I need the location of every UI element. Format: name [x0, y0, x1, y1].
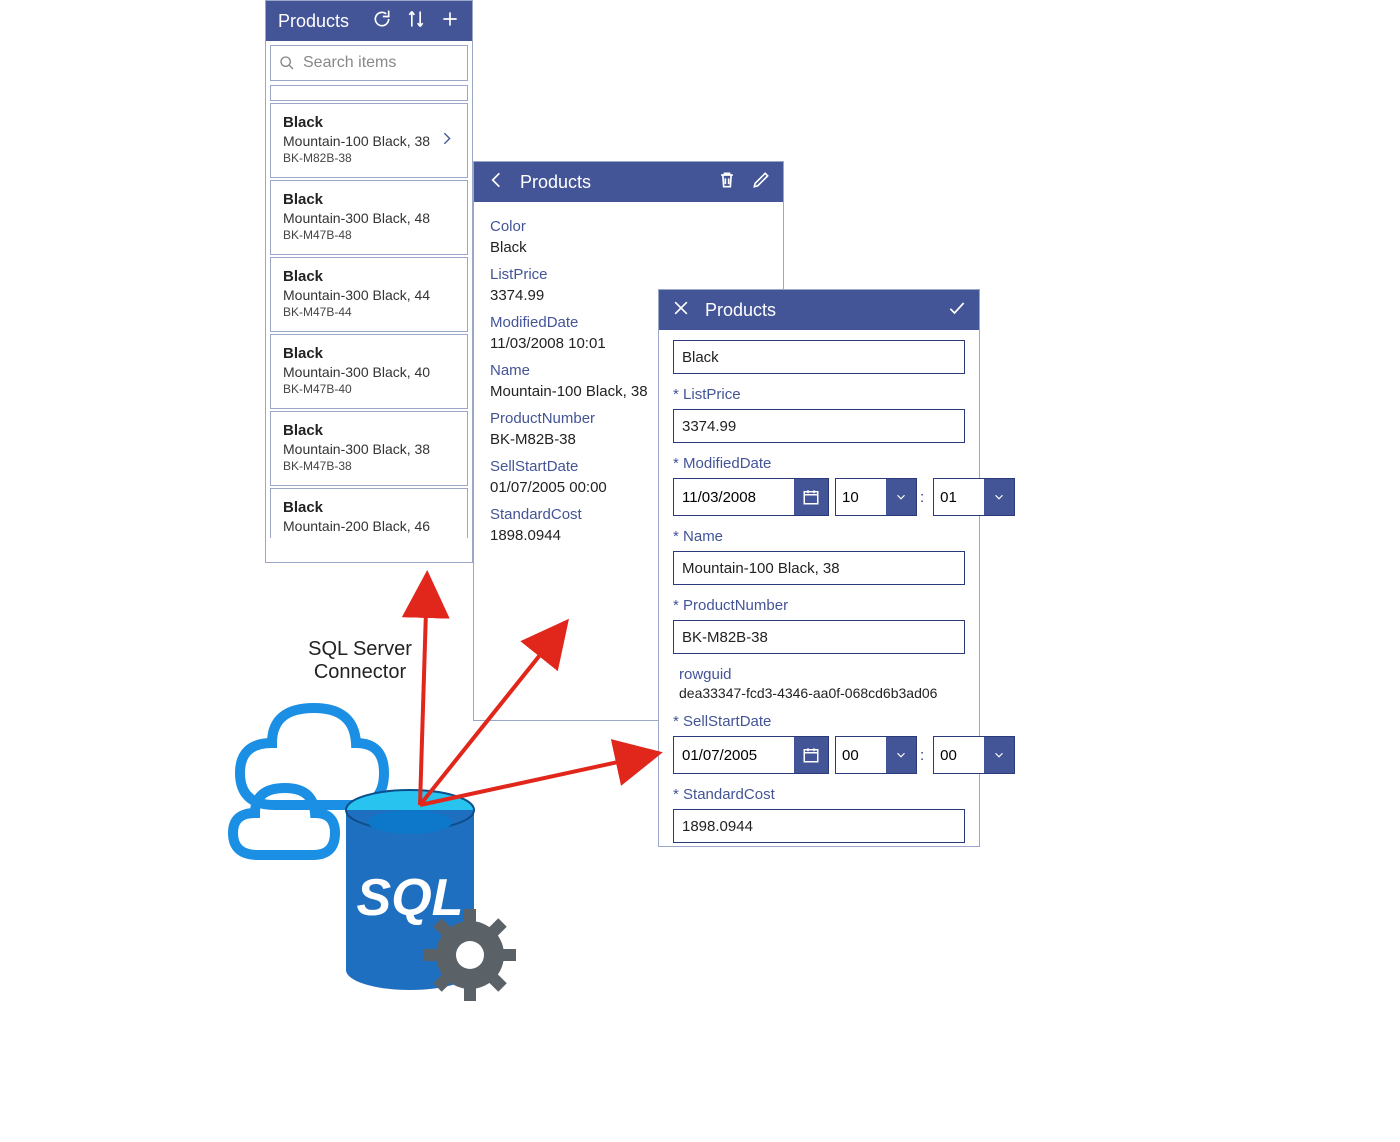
- list-item-color: Black: [283, 114, 455, 131]
- close-icon[interactable]: [671, 298, 691, 323]
- refresh-icon[interactable]: [372, 9, 392, 34]
- rowguid-label: rowguid: [679, 666, 965, 683]
- list-panel: Products Search items Black Mountain-100…: [265, 0, 473, 563]
- list-item-code: BK-M47B-40: [283, 382, 455, 396]
- edit-panel: Products ListPrice ModifiedDate : Name P…: [658, 289, 980, 847]
- edit-title: Products: [705, 300, 947, 321]
- listprice-field[interactable]: [673, 409, 965, 443]
- list-item[interactable]: Black Mountain-300 Black, 38 BK-M47B-38: [270, 411, 468, 486]
- sort-icon[interactable]: [406, 9, 426, 34]
- search-icon: [279, 55, 295, 71]
- label-line2: Connector: [314, 661, 406, 683]
- rowguid-value: dea33347-fcd3-4346-aa0f-068cd6b3ad06: [679, 685, 965, 701]
- calendar-icon[interactable]: [794, 479, 828, 515]
- color-value: Black: [490, 239, 767, 256]
- list-item-name: Mountain-200 Black, 46: [283, 518, 455, 534]
- chevron-down-icon[interactable]: [984, 737, 1014, 773]
- list-item[interactable]: Black Mountain-300 Black, 40 BK-M47B-40: [270, 334, 468, 409]
- confirm-icon[interactable]: [947, 298, 967, 323]
- detail-header: Products: [474, 162, 783, 202]
- modifieddate-label: ModifiedDate: [673, 455, 965, 472]
- listprice-label: ListPrice: [673, 386, 965, 403]
- calendar-icon[interactable]: [794, 737, 828, 773]
- list-item-color: Black: [283, 345, 455, 362]
- list-item-color: Black: [283, 422, 455, 439]
- sellstartdate-min-field[interactable]: [934, 737, 984, 773]
- search-input[interactable]: Search items: [270, 45, 468, 81]
- chevron-right-icon: [439, 127, 455, 154]
- name-field[interactable]: [673, 551, 965, 585]
- standardcost-label: StandardCost: [673, 786, 965, 803]
- list-item-name: Mountain-300 Black, 44: [283, 287, 455, 303]
- list-item[interactable]: Black Mountain-200 Black, 46: [270, 488, 468, 538]
- list-header: Products: [266, 1, 472, 41]
- list-item-color: Black: [283, 499, 455, 516]
- list-item-color: Black: [283, 191, 455, 208]
- sql-text: SQL: [357, 869, 464, 927]
- list-item-name: Mountain-300 Black, 48: [283, 210, 455, 226]
- label-line1: SQL Server: [308, 638, 412, 660]
- name-label: Name: [673, 528, 965, 545]
- sellstartdate-hour-field[interactable]: [836, 737, 886, 773]
- modifieddate-date-field[interactable]: [674, 479, 794, 515]
- modifieddate-min-field[interactable]: [934, 479, 984, 515]
- sellstartdate-date-field[interactable]: [674, 737, 794, 773]
- back-icon[interactable]: [486, 170, 506, 195]
- search-placeholder: Search items: [303, 54, 396, 72]
- list-item[interactable]: Black Mountain-300 Black, 44 BK-M47B-44: [270, 257, 468, 332]
- list-item-color: Black: [283, 268, 455, 285]
- listprice-label: ListPrice: [490, 266, 767, 283]
- edit-header: Products: [659, 290, 979, 330]
- list-item[interactable]: Black Mountain-100 Black, 38 BK-M82B-38: [270, 103, 468, 178]
- chevron-down-icon[interactable]: [886, 737, 916, 773]
- connector-label: SQL Server Connector: [300, 638, 420, 684]
- list-item-code: BK-M82B-38: [283, 151, 455, 165]
- list-item-name: Mountain-100 Black, 38: [283, 133, 455, 149]
- detail-title: Products: [520, 172, 717, 193]
- list-item-code: BK-M47B-38: [283, 459, 455, 473]
- color-label: Color: [490, 218, 767, 235]
- delete-icon[interactable]: [717, 170, 737, 195]
- standardcost-field[interactable]: [673, 809, 965, 843]
- chevron-down-icon[interactable]: [886, 479, 916, 515]
- list-item-code: BK-M47B-44: [283, 305, 455, 319]
- list-title: Products: [278, 11, 372, 32]
- list-item-name: Mountain-300 Black, 40: [283, 364, 455, 380]
- time-colon: :: [920, 747, 924, 764]
- edit-icon[interactable]: [751, 170, 771, 195]
- list-item-name: Mountain-300 Black, 38: [283, 441, 455, 457]
- sellstartdate-label: SellStartDate: [673, 713, 965, 730]
- time-colon: :: [920, 489, 924, 506]
- productnumber-label: ProductNumber: [673, 597, 965, 614]
- color-field[interactable]: [673, 340, 965, 374]
- modifieddate-hour-field[interactable]: [836, 479, 886, 515]
- list-spacer: [270, 85, 468, 101]
- list-item-code: BK-M47B-48: [283, 228, 455, 242]
- chevron-down-icon[interactable]: [984, 479, 1014, 515]
- productnumber-field[interactable]: [673, 620, 965, 654]
- add-icon[interactable]: [440, 9, 460, 34]
- list-item[interactable]: Black Mountain-300 Black, 48 BK-M47B-48: [270, 180, 468, 255]
